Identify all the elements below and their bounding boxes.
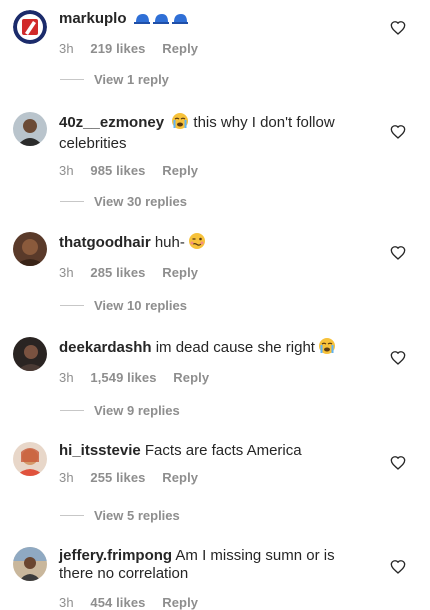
loudly-crying-face-emoji-icon (318, 337, 336, 360)
comment-time: 3h (59, 265, 74, 280)
woozy-face-emoji-icon (188, 232, 206, 255)
view-replies-label: View 30 replies (94, 193, 187, 209)
view-replies-label: View 1 reply (94, 71, 169, 87)
avatar[interactable] (13, 232, 47, 266)
comment-text: thatgoodhair huh- (59, 232, 359, 255)
comment-username[interactable]: 40z__ezmoney (59, 114, 164, 131)
comment-meta: 3h 1,549 likes Reply (59, 370, 359, 385)
likes-count[interactable]: 454 likes (90, 595, 145, 610)
comment-time: 3h (59, 370, 74, 385)
heart-outline-icon[interactable] (390, 350, 406, 366)
reply-button[interactable]: Reply (162, 595, 198, 610)
likes-count[interactable]: 1,549 likes (90, 370, 156, 385)
comment-meta: 3h 255 likes Reply (59, 470, 359, 485)
comment-body: thatgoodhair huh- 3h 285 likes Reply (59, 232, 359, 280)
comment-body: hi_itsstevie Facts are facts America 3h … (59, 442, 359, 485)
view-replies-button[interactable]: View 30 replies (60, 193, 187, 209)
comment-body: jeffery.frimpong Am I missing sumn or is… (59, 547, 359, 610)
avatar[interactable] (13, 337, 47, 371)
comment-username[interactable]: markuplo (59, 10, 127, 27)
avatar[interactable] (13, 112, 47, 146)
heart-outline-icon[interactable] (390, 455, 406, 471)
reply-button[interactable]: Reply (162, 41, 198, 56)
comment-body: 40z__ezmoney this why I don't follow cel… (59, 112, 359, 178)
reply-button[interactable]: Reply (173, 370, 209, 385)
replies-divider (60, 200, 84, 202)
comments-list: markuplo 3h 219 likes Reply View 1 reply… (0, 0, 430, 610)
heart-outline-icon[interactable] (390, 245, 406, 261)
comment-message: im dead cause she right (155, 339, 315, 356)
likes-count[interactable]: 985 likes (90, 163, 145, 178)
comment-time: 3h (59, 470, 74, 485)
comment-message: huh- (154, 234, 185, 251)
comment-time: 3h (59, 163, 74, 178)
reply-button[interactable]: Reply (162, 470, 198, 485)
reply-button[interactable]: Reply (162, 163, 198, 178)
comment-time: 3h (59, 41, 74, 56)
blue-cap-emoji-icon (171, 12, 188, 31)
likes-count[interactable]: 255 likes (90, 470, 145, 485)
comment-text: jeffery.frimpong Am I missing sumn or is… (59, 547, 359, 583)
comment-time: 3h (59, 595, 74, 610)
blue-cap-emoji-icon (152, 12, 169, 31)
view-replies-button[interactable]: View 9 replies (60, 402, 180, 418)
likes-count[interactable]: 219 likes (90, 41, 145, 56)
avatar[interactable] (13, 10, 47, 44)
comment-text: 40z__ezmoney this why I don't follow cel… (59, 112, 359, 153)
comment-meta: 3h 219 likes Reply (59, 41, 359, 56)
comment-username[interactable]: jeffery.frimpong (59, 547, 172, 564)
comment-text: hi_itsstevie Facts are facts America (59, 442, 359, 460)
likes-count[interactable]: 285 likes (90, 265, 145, 280)
blue-cap-emoji-icon (133, 12, 150, 31)
heart-outline-icon[interactable] (390, 124, 406, 140)
view-replies-button[interactable]: View 10 replies (60, 297, 187, 313)
comment-body: markuplo 3h 219 likes Reply (59, 10, 359, 56)
comment-text: markuplo (59, 10, 359, 31)
comment-text: deekardashh im dead cause she right (59, 337, 359, 360)
replies-divider (60, 78, 84, 80)
reply-button[interactable]: Reply (162, 265, 198, 280)
replies-divider (60, 304, 84, 306)
avatar[interactable] (13, 547, 47, 581)
comment-meta: 3h 285 likes Reply (59, 265, 359, 280)
loudly-crying-face-emoji-icon (171, 112, 189, 135)
view-replies-label: View 10 replies (94, 297, 187, 313)
comment-meta: 3h 985 likes Reply (59, 163, 359, 178)
comment-body: deekardashh im dead cause she right 3h 1… (59, 337, 359, 385)
view-replies-button[interactable]: View 5 replies (60, 507, 180, 523)
heart-outline-icon[interactable] (390, 559, 406, 575)
view-replies-label: View 5 replies (94, 507, 180, 523)
comment-message: Facts are facts America (144, 442, 302, 459)
replies-divider (60, 514, 84, 516)
view-replies-button[interactable]: View 1 reply (60, 71, 169, 87)
comment-meta: 3h 454 likes Reply (59, 595, 359, 610)
avatar[interactable] (13, 442, 47, 476)
replies-divider (60, 409, 84, 411)
comment-username[interactable]: hi_itsstevie (59, 442, 141, 459)
heart-outline-icon[interactable] (390, 20, 406, 36)
comment-username[interactable]: deekardashh (59, 339, 152, 356)
view-replies-label: View 9 replies (94, 402, 180, 418)
comment-username[interactable]: thatgoodhair (59, 234, 151, 251)
